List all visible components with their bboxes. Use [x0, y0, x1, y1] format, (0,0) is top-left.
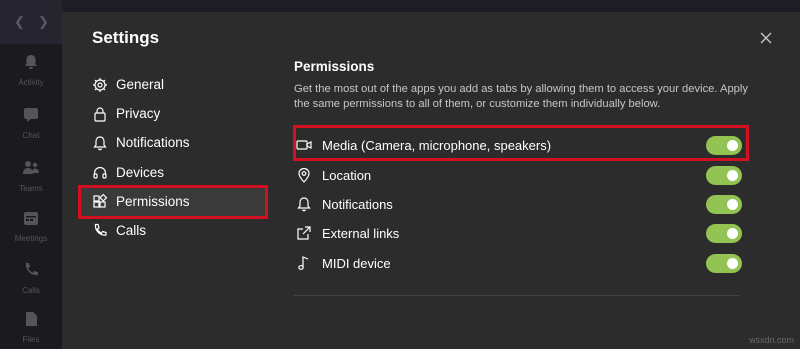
media-toggle[interactable] — [706, 135, 742, 155]
back-arrow-icon[interactable]: ❮ — [14, 14, 25, 30]
chat-icon — [24, 108, 38, 122]
rail-item-activity[interactable]: Activity — [0, 54, 62, 90]
menu-item-calls[interactable]: Calls — [80, 216, 266, 245]
app-rail: ❮ ❯ Activity Chat Teams Meetings Calls F… — [0, 0, 62, 349]
rail-item-calls[interactable]: Calls — [0, 262, 62, 298]
menu-item-privacy[interactable]: Privacy — [80, 99, 266, 128]
menu-item-label: Privacy — [116, 106, 161, 121]
rail-label: Calls — [22, 286, 40, 295]
toggle-knob — [727, 257, 738, 269]
music-note-icon — [298, 256, 309, 270]
bell-icon — [297, 197, 311, 212]
toggle-knob — [727, 227, 738, 239]
rail-item-chat[interactable]: Chat — [0, 107, 62, 143]
dialog-title: Settings — [92, 28, 160, 47]
section-title: Permissions — [294, 59, 375, 74]
external-links-toggle[interactable] — [706, 223, 742, 243]
location-toggle[interactable] — [706, 165, 742, 185]
settings-dialog: Settings General Privacy Notifications D… — [62, 12, 800, 349]
toggle-knob — [727, 198, 738, 210]
permission-midi-device: MIDI device — [296, 250, 742, 276]
rail-label: Files — [22, 335, 40, 344]
rail-item-teams[interactable]: Teams — [0, 160, 62, 196]
permission-notifications: Notifications — [296, 191, 742, 217]
menu-item-label: Notifications — [116, 135, 190, 150]
notifications-toggle[interactable] — [706, 194, 742, 214]
permission-label: Media (Camera, microphone, speakers) — [322, 137, 552, 153]
phone-icon — [94, 223, 107, 236]
permission-external-links: External links — [296, 220, 742, 246]
menu-item-label: Devices — [116, 165, 165, 180]
toggle-knob — [727, 169, 738, 181]
rail-label: Chat — [22, 131, 40, 140]
menu-item-label: Permissions — [116, 194, 190, 209]
midi-device-toggle[interactable] — [706, 253, 742, 273]
rail-item-files[interactable]: Files — [0, 311, 62, 347]
teams-icon — [23, 161, 39, 174]
permission-label: Notifications — [322, 196, 393, 212]
section-description: Get the most out of the apps you add as … — [294, 83, 748, 110]
apps-icon — [93, 193, 108, 208]
title-bar — [62, 0, 800, 12]
bell-icon — [25, 55, 37, 69]
file-icon — [26, 312, 37, 326]
menu-item-general[interactable]: General — [80, 70, 266, 99]
permission-media: Media (Camera, microphone, speakers) — [296, 132, 742, 158]
lock-icon — [94, 106, 106, 122]
menu-item-notifications[interactable]: Notifications — [80, 128, 266, 157]
headset-icon — [93, 166, 107, 179]
menu-item-permissions[interactable]: Permissions — [80, 187, 266, 216]
bell-icon — [93, 135, 107, 150]
menu-item-label: General — [116, 77, 165, 92]
close-icon[interactable] — [754, 26, 778, 50]
permission-label: MIDI device — [322, 255, 391, 271]
rail-item-meetings[interactable]: Meetings — [0, 210, 62, 246]
gear-icon — [93, 77, 107, 92]
phone-icon — [25, 263, 38, 276]
permission-label: Location — [322, 167, 372, 183]
permission-location: Location — [296, 162, 742, 188]
watermark: wsxdn.com — [748, 335, 794, 345]
calendar-icon — [24, 212, 38, 225]
divider — [294, 295, 740, 296]
camera-icon — [296, 140, 312, 150]
menu-item-devices[interactable]: Devices — [80, 158, 266, 187]
rail-header: ❮ ❯ — [0, 0, 62, 44]
forward-arrow-icon[interactable]: ❯ — [38, 14, 49, 30]
menu-item-label: Calls — [116, 223, 147, 238]
rail-label: Meetings — [14, 234, 48, 243]
location-pin-icon — [298, 167, 310, 183]
toggle-knob — [727, 139, 738, 151]
external-link-icon — [297, 226, 311, 240]
rail-label: Activity — [18, 78, 44, 87]
permission-label: External links — [322, 225, 400, 241]
rail-label: Teams — [19, 184, 43, 193]
